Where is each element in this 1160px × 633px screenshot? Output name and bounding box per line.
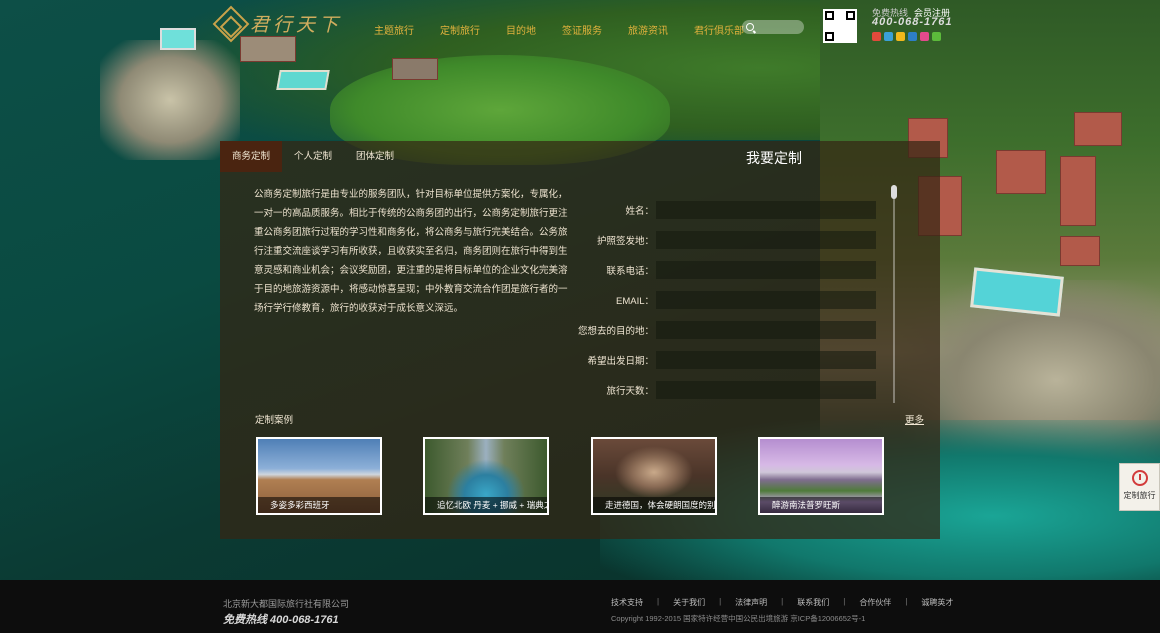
main-nav: 主题旅行 定制旅行 目的地 签证服务 旅游资讯 君行俱乐部 [374,22,770,37]
tencent-weibo-icon[interactable] [884,32,893,41]
email-field[interactable] [656,291,876,309]
form-row-email: EMAIL： [570,291,876,309]
rocky-shore-left [100,40,240,160]
separator: | [719,597,722,606]
separator: | [781,597,784,606]
house-roof [1074,112,1122,146]
travel-days-label: 旅行天数： [606,386,654,397]
intro-text: 公商务定制旅行是由专业的服务团队，针对目标单位提供方案化，专属化，一对一的高品质… [254,189,568,314]
site-logo[interactable]: 君行天下 [212,5,343,42]
travel-days-field[interactable] [656,381,876,399]
douban-icon[interactable] [920,32,929,41]
footer-link-partners[interactable]: 合作伙伴 [859,597,891,608]
nav-item-club[interactable]: 君行俱乐部 [694,22,744,37]
departure-date-label: 希望出发日期： [587,356,654,367]
logo-text: 君行天下 [250,14,343,36]
case-card-spain[interactable]: 多姿多彩西班牙 [256,437,382,515]
separator: | [657,597,660,606]
weibo-icon[interactable] [872,32,881,41]
destination-field[interactable] [656,321,876,339]
hotline-number: 400-068-1761 [872,16,953,28]
form-title: 我要定制 [746,150,802,166]
departure-date-field[interactable] [656,351,876,369]
form-row-destination: 您想去的目的地： [570,321,876,339]
separator: | [905,597,908,606]
case-caption: 追忆北欧 丹麦 + 挪威 + 瑞典之 [425,497,547,513]
clock-icon [1131,470,1148,486]
form-row-name: 姓名： [570,201,876,219]
search-input[interactable] [756,22,802,32]
form-scrollbar[interactable] [891,185,897,403]
footer-link-about[interactable]: 关于我们 [673,597,705,608]
pool [276,70,330,90]
search-box [742,20,804,34]
social-icons [872,32,941,41]
nav-item-destinations[interactable]: 目的地 [506,22,536,37]
phone-field[interactable] [656,261,876,279]
phone-label: 联系电话： [606,266,654,277]
copyright-text: Copyright 1992-2015 国家特许经营中国公民出境旅游 京ICP备… [611,614,866,623]
footer-links: 技术支持 | 关于我们 | 法律声明 | 联系我们 | 合作伙伴 | 诚聘英才 [611,597,953,608]
custom-travel-panel: 商务定制 个人定制 团体定制 公商务定制旅行是由专业的服务团队，针对目标单位提供… [220,141,940,539]
case-caption: 醉游南法普罗旺斯 [760,497,882,513]
name-label: 姓名： [625,206,654,217]
scrollbar-thumb[interactable] [891,185,897,199]
cases-title: 定制案例 [255,415,294,426]
passport-place-field[interactable] [656,231,876,249]
renren-icon[interactable] [908,32,917,41]
site-header: 君行天下 主题旅行 定制旅行 目的地 签证服务 旅游资讯 君行俱乐部 免费热线 … [0,0,1160,50]
qr-code [823,9,857,43]
footer-link-tech-support[interactable]: 技术支持 [611,597,643,608]
nav-item-theme-travel[interactable]: 主题旅行 [374,22,414,37]
footer-hotline: 免费热线 400-068-1761 [223,614,339,626]
tab-bar: 商务定制 个人定制 团体定制 [220,141,406,172]
footer-link-contact[interactable]: 联系我们 [797,597,829,608]
side-widget-label: 定制旅行 [1123,491,1156,500]
house-roof [392,58,438,80]
more-cases-link[interactable]: 更多 [905,412,924,426]
qzone-icon[interactable] [896,32,905,41]
site-footer: 北京新大都国际旅行社有限公司 免费热线 400-068-1761 技术支持 | … [0,580,1160,633]
separator: | [843,597,846,606]
passport-place-label: 护照签发地： [596,236,654,247]
case-card-nordic[interactable]: 追忆北欧 丹麦 + 挪威 + 瑞典之 [423,437,549,515]
logo-mark-icon [212,5,250,42]
nav-item-news[interactable]: 旅游资讯 [628,22,668,37]
footer-link-careers[interactable]: 诚聘英才 [921,597,953,608]
case-card-provence[interactable]: 醉游南法普罗旺斯 [758,437,884,515]
custom-travel-side-button[interactable]: 定制旅行 [1119,463,1160,511]
form-row-days: 旅行天数： [570,381,876,399]
house-roof [996,150,1046,194]
house-roof [1060,236,1100,266]
case-caption: 走进德国，体会硬朗国度的别样 [593,497,715,513]
form-row-passport: 护照签发地： [570,231,876,249]
wechat-icon[interactable] [932,32,941,41]
footer-link-legal[interactable]: 法律声明 [735,597,767,608]
case-card-germany[interactable]: 走进德国，体会硬朗国度的别样 [591,437,717,515]
nav-item-visa[interactable]: 签证服务 [562,22,602,37]
form-row-phone: 联系电话： [570,261,876,279]
company-name: 北京新大都国际旅行社有限公司 [223,599,350,609]
search-icon[interactable] [746,23,754,31]
case-caption: 多姿多彩西班牙 [258,497,380,513]
name-field[interactable] [656,201,876,219]
email-label: EMAIL： [615,296,654,307]
form-row-departure-date: 希望出发日期： [570,351,876,369]
tab-personal-custom[interactable]: 个人定制 [282,141,344,172]
house-roof [1060,156,1096,226]
tab-group-custom[interactable]: 团体定制 [344,141,406,172]
destination-label: 您想去的目的地： [577,326,654,337]
nav-item-custom-travel[interactable]: 定制旅行 [440,22,480,37]
tab-business-custom[interactable]: 商务定制 [220,141,283,172]
